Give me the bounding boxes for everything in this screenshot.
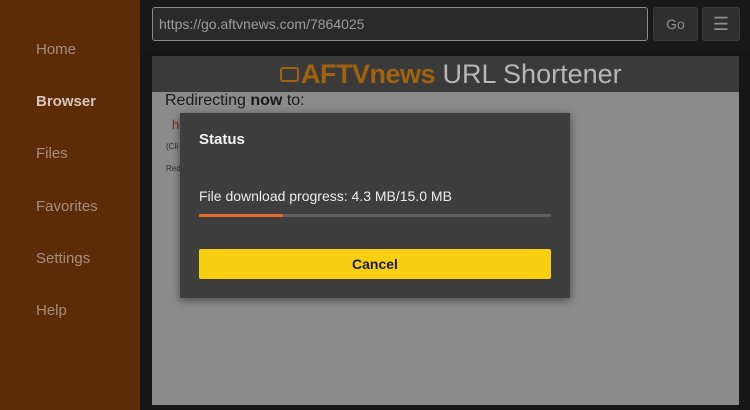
sidebar-item-help[interactable]: Help [36, 302, 67, 319]
click-note: (Cli [166, 142, 178, 151]
site-title-text: URL Shortener [435, 59, 622, 89]
site-header: AFTVnews URL Shortener [152, 56, 739, 92]
sidebar-item-home[interactable]: Home [36, 41, 76, 58]
status-dialog: Status File download progress: 4.3 MB/15… [180, 113, 570, 298]
url-input[interactable] [152, 7, 648, 41]
download-progress-text: File download progress: 4.3 MB/15.0 MB [199, 188, 452, 204]
redirect-note: Red [166, 164, 181, 173]
hamburger-menu-icon[interactable]: ☰ [702, 7, 740, 41]
redirect-bold: now [250, 92, 283, 109]
tv-icon [280, 67, 299, 82]
redirect-link[interactable]: h [172, 117, 179, 132]
go-button[interactable]: Go [653, 7, 698, 41]
redirect-text: Redirecting now to: [165, 92, 305, 110]
sidebar: Home Browser Files Favorites Settings He… [0, 0, 140, 410]
sidebar-item-settings[interactable]: Settings [36, 250, 90, 267]
app-window: Home Browser Files Favorites Settings He… [0, 0, 750, 410]
download-progress-bar [199, 214, 551, 217]
sidebar-item-favorites[interactable]: Favorites [36, 198, 98, 215]
browser-toolbar: Go ☰ [140, 0, 750, 52]
download-progress-fill [199, 214, 284, 217]
site-brand: AFTVnews [301, 59, 436, 89]
cancel-button[interactable]: Cancel [199, 249, 551, 279]
sidebar-item-files[interactable]: Files [36, 145, 68, 162]
dialog-title: Status [199, 131, 245, 148]
site-title: AFTVnews URL Shortener [280, 58, 622, 90]
redirect-prefix: Redirecting [165, 92, 251, 109]
sidebar-item-browser[interactable]: Browser [36, 93, 96, 110]
redirect-suffix: to: [282, 92, 305, 109]
